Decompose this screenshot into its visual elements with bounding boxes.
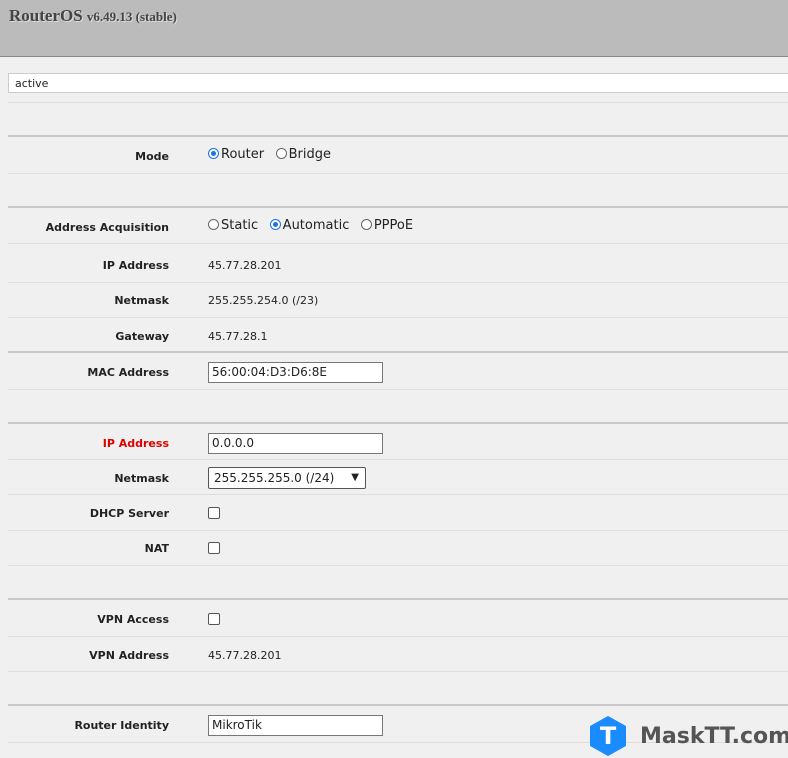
divider: [8, 494, 788, 495]
wan-ip-value: 45.77.28.201: [208, 259, 282, 272]
address-acquisition-radio-group: Static Automatic PPPoE: [208, 218, 421, 233]
app-title: RouterOS v6.49.13 (stable): [9, 6, 177, 26]
divider: [8, 173, 788, 174]
radio-icon: [208, 148, 219, 159]
vpn-address-label: VPN Address: [89, 649, 169, 662]
lan-netmask-label: Netmask: [114, 472, 169, 485]
divider: [8, 422, 788, 424]
divider: [8, 671, 788, 672]
divider: [8, 636, 788, 637]
divider: [8, 389, 788, 390]
lan-netmask-select[interactable]: 255.255.255.0 (/24) ▼: [208, 467, 366, 489]
wan-netmask-value: 255.255.254.0 (/23): [208, 294, 319, 307]
product-name: RouterOS: [9, 6, 83, 25]
router-identity-label: Router Identity: [74, 719, 169, 732]
version: v6.49.13 (stable): [86, 9, 177, 24]
divider: [8, 598, 788, 600]
nat-checkbox[interactable]: [208, 542, 220, 554]
radio-icon: [360, 219, 372, 230]
watermark-logo-icon: T: [590, 716, 626, 756]
chevron-down-icon: ▼: [351, 472, 359, 483]
lan-ip-label: IP Address: [102, 437, 169, 450]
dhcp-server-label: DHCP Server: [89, 507, 169, 520]
mac-address-label: MAC Address: [87, 366, 169, 379]
mode-radio-group: Router Bridge: [208, 147, 339, 162]
acq-static-radio[interactable]: Static: [208, 218, 258, 233]
divider: [8, 317, 788, 318]
header: RouterOS v6.49.13 (stable): [0, 0, 788, 57]
mode-label: Mode: [135, 150, 169, 163]
radio-icon: [208, 219, 219, 230]
divider: [8, 206, 788, 208]
vpn-access-label: VPN Access: [97, 613, 169, 626]
nat-label: NAT: [144, 542, 169, 555]
acq-automatic-radio[interactable]: Automatic: [269, 218, 349, 233]
radio-icon: [269, 219, 281, 230]
gateway-value: 45.77.28.1: [208, 330, 268, 343]
divider: [8, 459, 788, 460]
watermark: T MaskTT.com: [590, 716, 788, 756]
wan-ip-label: IP Address: [102, 259, 169, 272]
vpn-address-value: 45.77.28.201: [208, 649, 282, 662]
dhcp-server-checkbox[interactable]: [208, 507, 220, 519]
mac-address-input[interactable]: 56:00:04:D3:D6:8E: [208, 362, 383, 383]
mode-router-radio[interactable]: Router: [208, 147, 264, 162]
divider: [8, 282, 788, 283]
address-acquisition-label: Address Acquisition: [45, 221, 169, 234]
mode-bridge-radio[interactable]: Bridge: [275, 147, 331, 162]
lan-ip-input[interactable]: 0.0.0.0: [208, 433, 383, 454]
divider: [8, 102, 788, 103]
gateway-label: Gateway: [115, 330, 169, 343]
watermark-text: MaskTT.com: [640, 723, 788, 749]
status-bar: active: [8, 73, 788, 93]
divider: [8, 351, 788, 353]
wan-netmask-label: Netmask: [114, 294, 169, 307]
radio-icon: [275, 148, 287, 159]
divider: [8, 243, 788, 244]
acq-pppoe-radio[interactable]: PPPoE: [360, 218, 413, 233]
divider: [8, 565, 788, 566]
vpn-access-checkbox[interactable]: [208, 613, 220, 625]
router-identity-input[interactable]: MikroTik: [208, 715, 383, 736]
divider: [8, 135, 788, 137]
divider: [8, 530, 788, 531]
divider: [8, 704, 788, 706]
